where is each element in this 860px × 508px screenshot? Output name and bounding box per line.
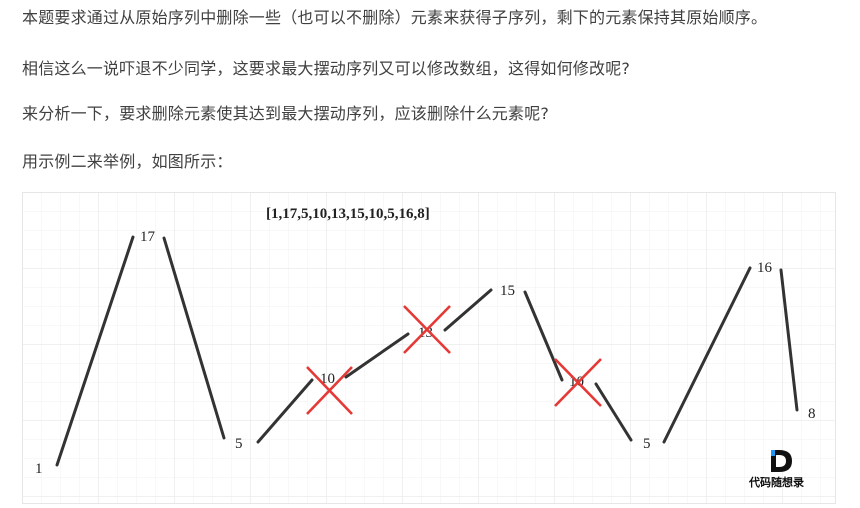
point-label-1: 1 xyxy=(35,461,43,477)
point-label-8: 8 xyxy=(808,406,816,422)
point-label-5: 5 xyxy=(235,436,243,452)
point-label-15: 15 xyxy=(500,283,515,299)
paragraph-4: 用示例二来举例，如图所示： xyxy=(22,152,233,171)
paragraph-2: 相信这么一说吓退不少同学，这要求最大摆动序列又可以修改数组，这得如何修改呢? xyxy=(22,59,631,78)
paragraph-3: 来分析一下，要求删除元素使其达到最大摆动序列，应该删除什么元素呢? xyxy=(22,104,550,123)
point-label-16: 16 xyxy=(757,260,773,276)
point-label-5b: 5 xyxy=(643,436,651,452)
figure-svg: [1,17,5,10,13,15,10,5,16,8] 1 17 5 10 13… xyxy=(22,192,836,504)
point-label-17: 17 xyxy=(140,229,156,245)
watermark-text: 代码随想录 xyxy=(748,475,804,489)
paragraph-1: 本题要求通过从原始序列中删除一些（也可以不删除）元素来获得子序列，剩下的元素保持… xyxy=(22,8,768,27)
logo-d-icon xyxy=(771,450,792,472)
wiggle-sequence-figure: [1,17,5,10,13,15,10,5,16,8] 1 17 5 10 13… xyxy=(22,192,836,504)
figure-title: [1,17,5,10,13,15,10,5,16,8] xyxy=(266,206,430,222)
